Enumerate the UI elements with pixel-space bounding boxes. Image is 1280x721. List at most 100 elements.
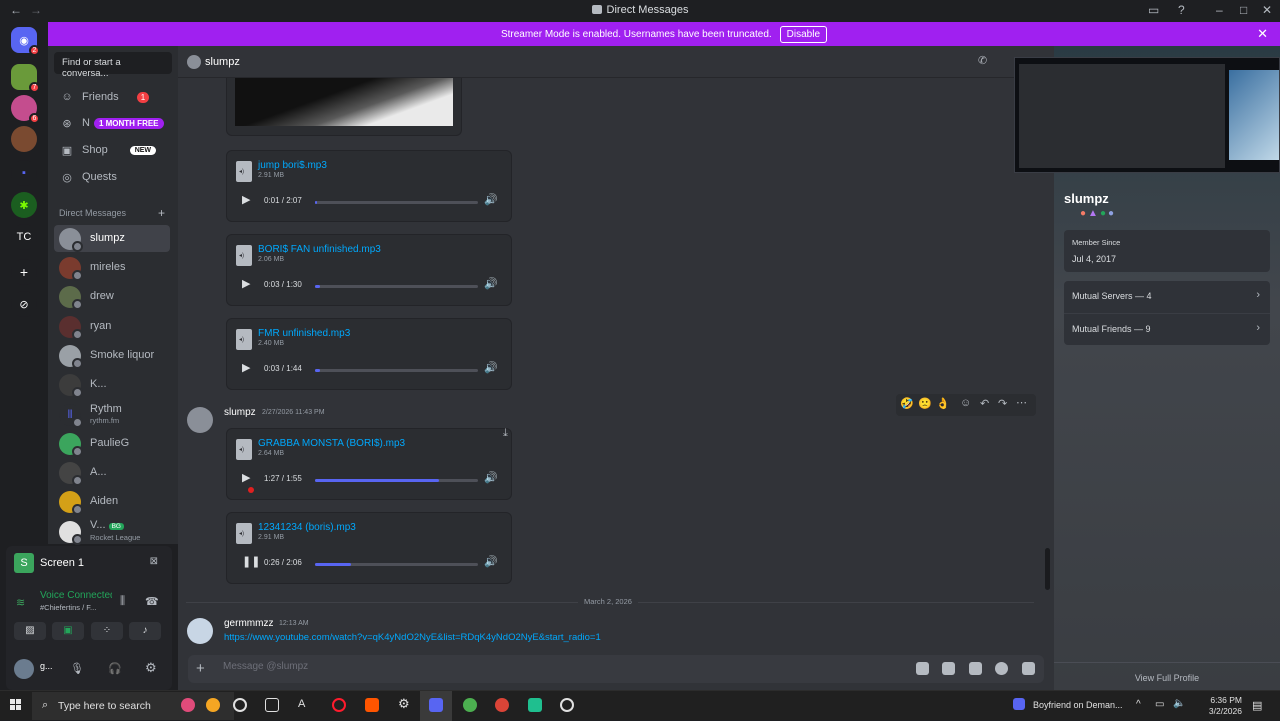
media-player-icon[interactable] xyxy=(560,698,574,712)
seek-bar[interactable] xyxy=(315,285,478,288)
seek-bar[interactable] xyxy=(315,369,478,372)
reaction-laugh-icon[interactable]: 🤣 xyxy=(900,397,914,410)
disable-streamer-button[interactable]: Disable xyxy=(779,25,828,43)
dm-item[interactable]: A... xyxy=(54,459,170,486)
task-view-icon[interactable] xyxy=(265,698,279,712)
audio-attachment[interactable]: GRABBA MONSTA (BORI$).mp3 2.64 MB ⤓ ▶ 1:… xyxy=(226,427,512,500)
message-author[interactable]: slumpz xyxy=(224,407,256,418)
avatar[interactable] xyxy=(187,618,213,644)
opera-icon[interactable] xyxy=(332,698,346,712)
news-icon[interactable] xyxy=(181,698,195,712)
image-attachment[interactable] xyxy=(226,78,462,136)
volume-icon[interactable]: 🔈 xyxy=(1173,698,1185,709)
more-icon[interactable]: ⋯ xyxy=(1016,396,1027,409)
file-link[interactable]: 12341234 (boris).mp3 xyxy=(258,522,356,533)
dm-search-input[interactable]: Find or start a conversa... xyxy=(54,52,172,79)
dm-item[interactable]: Aiden xyxy=(54,488,170,515)
play-icon[interactable]: ▶ xyxy=(242,193,250,206)
mutual-friends-row[interactable]: Mutual Friends — 9 › xyxy=(1064,313,1270,345)
explore-icon[interactable]: ⊘ xyxy=(11,291,37,317)
dm-item[interactable]: PaulieG xyxy=(54,430,170,457)
file-link[interactable]: GRABBA MONSTA (BORI$).mp3 xyxy=(258,438,405,449)
soundboard-icon[interactable]: ♪ xyxy=(129,622,161,640)
attach-plus-icon[interactable]: + xyxy=(196,660,205,677)
chrome-icon[interactable] xyxy=(495,698,509,712)
sticker-icon[interactable] xyxy=(969,662,982,675)
reaction-hand-icon[interactable]: 👌 xyxy=(936,397,950,410)
avatar[interactable] xyxy=(14,659,34,679)
server-icon[interactable]: ✱ xyxy=(11,192,37,218)
now-playing[interactable]: Boyfriend on Deman... xyxy=(1033,700,1123,710)
nav-friends[interactable]: ☺ Friends 1 xyxy=(56,86,172,108)
app-icon[interactable]: A xyxy=(298,698,312,712)
mutual-servers-row[interactable]: Mutual Servers — 4 › xyxy=(1064,281,1270,313)
dm-item[interactable]: ryan xyxy=(54,313,170,340)
message-input[interactable] xyxy=(223,661,823,672)
dm-item[interactable]: Smoke liquor xyxy=(54,342,170,369)
server-icon[interactable] xyxy=(11,126,37,152)
dm-item[interactable]: drew xyxy=(54,283,170,310)
volume-icon[interactable]: 🔊 xyxy=(484,277,498,290)
windows-start-icon[interactable] xyxy=(10,699,22,711)
seek-bar[interactable] xyxy=(315,201,478,204)
screen-share-preview[interactable] xyxy=(1014,57,1280,173)
headphones-icon[interactable]: 🎧 xyxy=(108,662,122,675)
volume-icon[interactable]: 🔊 xyxy=(484,193,498,206)
minimize-icon[interactable]: – xyxy=(1216,3,1223,17)
emoji-icon[interactable] xyxy=(995,662,1008,675)
add-server-icon[interactable]: + xyxy=(11,259,37,285)
volume-icon[interactable]: 🔊 xyxy=(484,471,498,484)
notifications-icon[interactable]: ▤ xyxy=(1252,699,1262,712)
clock[interactable]: 6:36 PM 3/2/2026 xyxy=(1209,695,1242,717)
gift-icon[interactable] xyxy=(916,662,929,675)
play-icon[interactable]: ▶ xyxy=(242,277,250,290)
message-author[interactable]: germmmzz xyxy=(224,618,273,629)
apps-icon[interactable] xyxy=(1022,662,1035,675)
volume-icon[interactable]: 🔊 xyxy=(484,555,498,568)
nav-nitro[interactable]: ⊛ N 1 MONTH FREE xyxy=(56,112,172,134)
nav-quests[interactable]: ◎ Quests xyxy=(56,166,172,188)
settings-gear-icon[interactable]: ⚙ xyxy=(145,660,157,676)
seek-bar[interactable] xyxy=(315,563,478,566)
noise-suppression-icon[interactable]: ⫼ xyxy=(120,595,125,608)
settings-icon[interactable]: ⚙ xyxy=(398,696,412,711)
audio-attachment[interactable]: jump bori$.mp3 2.91 MB ▶ 0:01 / 2:07 🔊 xyxy=(226,150,512,222)
activities-icon[interactable]: ⁘ xyxy=(91,622,123,640)
screen-share-card[interactable]: S Screen 1 ⊠ xyxy=(10,551,162,575)
play-icon[interactable]: ▶ xyxy=(242,361,250,374)
folder-icon[interactable]: ▪ xyxy=(11,160,37,186)
server-icon[interactable]: 6 xyxy=(11,95,40,124)
disconnect-icon[interactable]: ☎ xyxy=(145,595,159,608)
taskbar-search-input[interactable]: Type here to search xyxy=(32,692,234,720)
file-link[interactable]: BORI$ FAN unfinished.mp3 xyxy=(258,244,381,255)
network-icon[interactable]: ▭ xyxy=(1155,699,1164,710)
play-icon[interactable]: ▶ xyxy=(242,471,250,484)
gif-icon[interactable] xyxy=(942,662,955,675)
chrome-icon[interactable] xyxy=(463,698,477,712)
discord-taskbar-icon[interactable] xyxy=(429,698,443,712)
audio-attachment[interactable]: 12341234 (boris).mp3 2.91 MB ❚❚ 0:26 / 2… xyxy=(226,512,512,584)
microphone-icon[interactable]: 🎙 xyxy=(70,662,84,675)
view-full-profile-link[interactable]: View Full Profile xyxy=(1054,673,1280,683)
voice-status[interactable]: Voice Connected xyxy=(40,590,112,602)
discord-home-icon[interactable]: ◉ 2 xyxy=(11,27,40,56)
dm-item[interactable]: V... BG Rocket League xyxy=(54,518,170,545)
reply-icon[interactable]: ↶ xyxy=(980,397,989,410)
server-icon[interactable]: 7 xyxy=(11,64,40,93)
app-icon[interactable] xyxy=(528,698,542,712)
seek-bar[interactable] xyxy=(315,479,478,482)
server-tc[interactable]: TC xyxy=(11,224,37,250)
forward-icon[interactable]: ↷ xyxy=(998,397,1007,410)
weather-icon[interactable] xyxy=(206,698,220,712)
file-link[interactable]: jump bori$.mp3 xyxy=(258,160,327,171)
popout-icon[interactable]: ⊠ xyxy=(150,556,158,567)
cortana-icon[interactable] xyxy=(233,698,247,712)
screenshare-icon[interactable]: ▣ xyxy=(52,622,84,640)
close-icon[interactable]: ✕ xyxy=(1257,26,1268,42)
soundcloud-icon[interactable] xyxy=(365,698,379,712)
now-playing-icon[interactable] xyxy=(1013,698,1025,710)
dm-item[interactable]: K... xyxy=(54,371,170,398)
window-close-icon[interactable]: ✕ xyxy=(1262,3,1272,17)
chat-scrollbar[interactable] xyxy=(1045,548,1050,590)
camera-off-icon[interactable]: ▨ xyxy=(14,622,46,640)
